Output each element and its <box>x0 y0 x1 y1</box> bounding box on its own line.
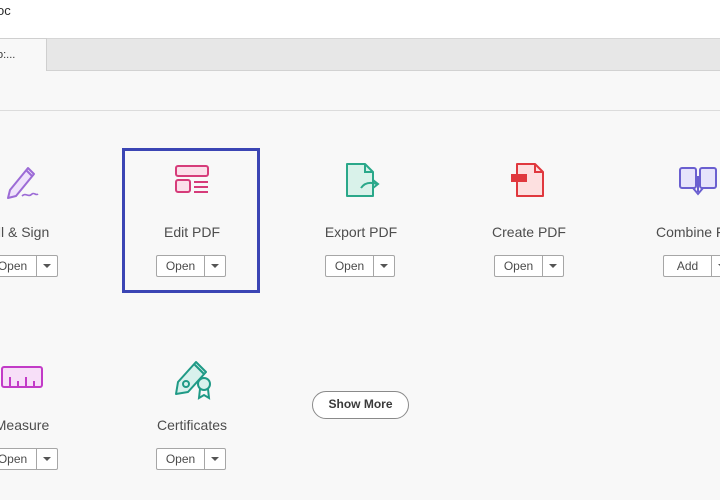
measure-open-button[interactable]: Open <box>0 448 58 470</box>
chevron-down-icon[interactable] <box>712 256 720 276</box>
tool-measure: Measure Open <box>0 355 92 480</box>
tools-header-band <box>0 71 720 111</box>
title-bar: oc <box>0 0 720 38</box>
chevron-down-icon[interactable] <box>543 256 563 276</box>
open-button-label[interactable]: Open <box>157 449 205 469</box>
tool-label: Create PDF <box>492 224 566 240</box>
tool-export-pdf: Export PDF Open <box>291 158 431 288</box>
tool-create-pdf: Create PDF Open <box>459 158 599 288</box>
tool-label: Combine F <box>656 224 720 240</box>
open-button-label[interactable]: Open <box>0 256 37 276</box>
combine-files-add-button[interactable]: Add <box>663 255 720 277</box>
tool-label: Certificates <box>156 417 228 433</box>
open-button-label[interactable]: Open <box>326 256 374 276</box>
tool-label: Measure <box>0 417 50 433</box>
create-pdf-open-button[interactable]: Open <box>494 255 564 277</box>
chevron-down-icon[interactable] <box>37 256 57 276</box>
tool-fill-sign: ill & Sign Open <box>0 158 92 288</box>
fill-sign-open-button[interactable]: Open <box>0 255 58 277</box>
certificates-open-button[interactable]: Open <box>156 448 226 470</box>
chevron-down-icon[interactable] <box>205 449 225 469</box>
document-tab-strip: o:... <box>0 38 720 71</box>
selected-tool-highlight <box>122 148 260 293</box>
tool-certificates: Certificates Open <box>122 352 262 480</box>
tool-label: ill & Sign <box>0 224 50 240</box>
export-pdf-icon[interactable] <box>339 158 383 202</box>
open-button-label[interactable]: Open <box>495 256 543 276</box>
document-tab-label: o:... <box>0 49 16 61</box>
tool-label: Export PDF <box>324 224 398 240</box>
show-more-button[interactable]: Show More <box>312 391 409 419</box>
export-pdf-open-button[interactable]: Open <box>325 255 395 277</box>
chevron-down-icon[interactable] <box>37 449 57 469</box>
fill-sign-icon[interactable] <box>0 158 44 202</box>
window-title: oc <box>0 3 11 18</box>
document-tab[interactable]: o:... <box>0 38 47 71</box>
chevron-down-icon[interactable] <box>374 256 394 276</box>
certificates-icon[interactable] <box>170 352 214 400</box>
create-pdf-icon[interactable] <box>507 158 551 202</box>
combine-files-icon[interactable] <box>676 158 720 202</box>
add-button-label[interactable]: Add <box>664 256 712 276</box>
tool-combine-files: Combine F Add <box>628 158 720 288</box>
open-button-label[interactable]: Open <box>0 449 37 469</box>
measure-icon[interactable] <box>0 355 44 399</box>
